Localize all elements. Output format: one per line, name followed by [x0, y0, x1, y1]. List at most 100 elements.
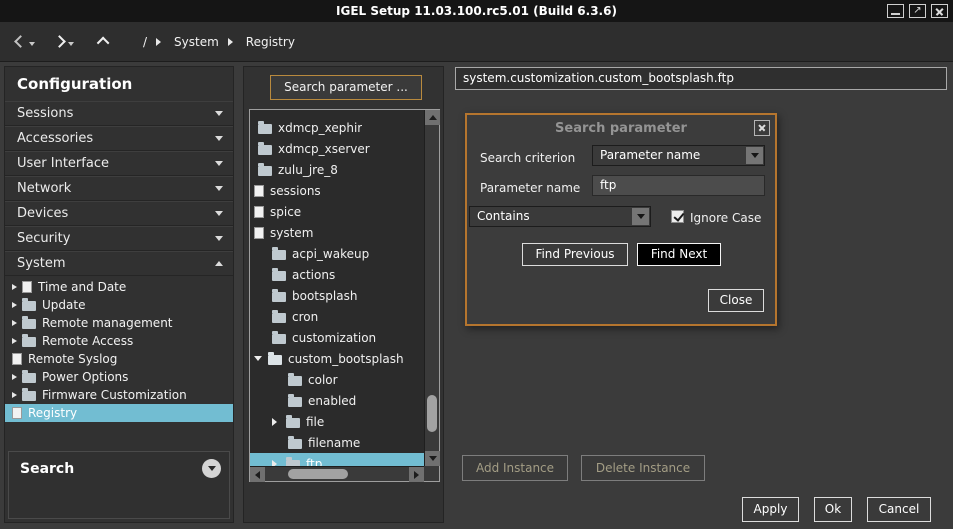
- tree-item-customization[interactable]: customization: [250, 327, 424, 348]
- tree-item-xdmcp-xephir[interactable]: xdmcp_xephir: [250, 117, 424, 138]
- sidebar-item-system[interactable]: System: [5, 251, 233, 276]
- sidebar-item-registry[interactable]: Registry: [5, 404, 233, 422]
- scroll-down-button[interactable]: [425, 451, 440, 466]
- sidebar-item-update[interactable]: Update: [5, 296, 233, 314]
- expand-arrow-icon[interactable]: [272, 418, 286, 426]
- horizontal-scrollbar-thumb[interactable]: [288, 469, 348, 479]
- triangle-down-icon: [429, 456, 437, 461]
- minimize-icon[interactable]: [887, 4, 904, 18]
- item-label: cron: [292, 310, 318, 324]
- add-instance-button[interactable]: Add Instance: [462, 455, 568, 481]
- sidebar-item-time-and-date[interactable]: Time and Date: [5, 278, 233, 296]
- expand-arrow-icon[interactable]: [12, 302, 17, 308]
- tree-item-xdmcp-xserver[interactable]: xdmcp_xserver: [250, 138, 424, 159]
- scroll-up-button[interactable]: [425, 110, 440, 125]
- sidebar-item-user-interface[interactable]: User Interface: [5, 151, 233, 176]
- expand-arrow-icon: [215, 186, 223, 191]
- scrollbar-corner: [424, 466, 439, 481]
- ok-button[interactable]: Ok: [814, 497, 852, 522]
- sidebar-item-firmware-customization[interactable]: Firmware Customization: [5, 386, 233, 404]
- folder-icon: [22, 391, 36, 401]
- sidebar-item-sessions[interactable]: Sessions: [5, 101, 233, 126]
- expand-arrow-icon[interactable]: [12, 338, 17, 344]
- dialog-close-icon[interactable]: [754, 120, 770, 136]
- folder-icon: [258, 145, 272, 155]
- close-icon[interactable]: [931, 4, 948, 18]
- dialog-close-button[interactable]: Close: [708, 289, 764, 312]
- match-mode-dropdown[interactable]: Contains: [469, 206, 651, 227]
- tree-vertical-scrollbar[interactable]: [424, 110, 439, 466]
- ignore-case-checkbox[interactable]: [671, 210, 684, 223]
- search-criterion-dropdown[interactable]: Parameter name: [592, 145, 765, 166]
- cancel-button[interactable]: Cancel: [867, 497, 931, 522]
- search-expand-button[interactable]: [202, 459, 221, 478]
- tree-item-spice[interactable]: spice: [250, 201, 424, 222]
- folder-icon: [272, 271, 286, 281]
- sidebar-item-network[interactable]: Network: [5, 176, 233, 201]
- find-previous-button[interactable]: Find Previous: [522, 243, 628, 266]
- sidebar-item-remote-access[interactable]: Remote Access: [5, 332, 233, 350]
- sidebar-item-remote-syslog[interactable]: Remote Syslog: [5, 350, 233, 368]
- dropdown-arrow-button[interactable]: [632, 208, 649, 225]
- expand-arrow-icon: [215, 111, 223, 116]
- delete-instance-button[interactable]: Delete Instance: [581, 455, 705, 481]
- breadcrumb-item-registry[interactable]: Registry: [246, 35, 295, 49]
- sidebar-item-power-options[interactable]: Power Options: [5, 368, 233, 386]
- parameter-name-input[interactable]: ftp: [592, 175, 765, 196]
- tree-item-color[interactable]: color: [250, 369, 424, 390]
- sidebar-item-security[interactable]: Security: [5, 226, 233, 251]
- tree-item-file[interactable]: file: [250, 411, 424, 432]
- navigation-bar: / System Registry: [0, 22, 953, 62]
- sidebar-item-devices[interactable]: Devices: [5, 201, 233, 226]
- tree-item-system[interactable]: system: [250, 222, 424, 243]
- window-title: IGEL Setup 11.03.100.rc5.01 (Build 6.3.6…: [336, 4, 617, 18]
- tree-item-bootsplash[interactable]: bootsplash: [250, 285, 424, 306]
- search-parameter-dialog: Search parameter Search criterion Parame…: [465, 113, 777, 326]
- tree-item-ftp[interactable]: ftp: [250, 453, 424, 466]
- forward-button[interactable]: [55, 34, 74, 49]
- expand-arrow-icon[interactable]: [12, 320, 17, 326]
- tree-item-actions[interactable]: actions: [250, 264, 424, 285]
- expand-arrow-icon[interactable]: [12, 284, 17, 290]
- apply-button[interactable]: Apply: [742, 497, 799, 522]
- vertical-scrollbar-thumb[interactable]: [427, 395, 437, 432]
- find-next-button[interactable]: Find Next: [637, 243, 721, 266]
- tree-item-acpi-wakeup[interactable]: acpi_wakeup: [250, 243, 424, 264]
- tree-item-filename[interactable]: filename: [250, 432, 424, 453]
- title-bar: IGEL Setup 11.03.100.rc5.01 (Build 6.3.6…: [0, 0, 953, 22]
- expand-arrow-icon[interactable]: [12, 392, 17, 398]
- section-label: Security: [17, 231, 215, 246]
- breadcrumb-item-system[interactable]: System: [174, 35, 219, 49]
- up-button[interactable]: [100, 37, 109, 46]
- tree-item-cron[interactable]: cron: [250, 306, 424, 327]
- expand-arrow-icon: [215, 236, 223, 241]
- folder-icon: [22, 373, 36, 383]
- scroll-right-button[interactable]: [409, 467, 424, 482]
- search-panel: Search: [8, 451, 230, 519]
- collapse-arrow-icon[interactable]: [254, 356, 268, 361]
- expand-arrow-icon[interactable]: [12, 374, 17, 380]
- collapse-arrow-icon: [215, 261, 223, 266]
- tree-item-sessions[interactable]: sessions: [250, 180, 424, 201]
- tree-item-zulu-jre-8[interactable]: zulu_jre_8: [250, 159, 424, 180]
- back-button[interactable]: [16, 34, 35, 49]
- folder-icon: [258, 166, 272, 176]
- page-icon: [22, 281, 32, 293]
- tree-item-custom-bootsplash[interactable]: custom_bootsplash: [250, 348, 424, 369]
- parameter-path-field[interactable]: system.customization.custom_bootsplash.f…: [455, 67, 947, 90]
- item-label: file: [306, 415, 324, 429]
- item-label: custom_bootsplash: [288, 352, 404, 366]
- folder-icon: [288, 439, 302, 449]
- search-parameter-button[interactable]: Search parameter ...: [270, 75, 422, 100]
- restore-icon[interactable]: ↗: [909, 4, 926, 18]
- sidebar-item-accessories[interactable]: Accessories: [5, 126, 233, 151]
- tree-horizontal-scrollbar[interactable]: [250, 466, 424, 481]
- item-label: color: [308, 373, 338, 387]
- breadcrumb-root[interactable]: /: [143, 35, 147, 49]
- scroll-left-button[interactable]: [250, 467, 265, 482]
- item-label: zulu_jre_8: [278, 163, 338, 177]
- dropdown-arrow-button[interactable]: [746, 147, 763, 164]
- dialog-title: Search parameter: [467, 117, 775, 141]
- sidebar-item-remote-management[interactable]: Remote management: [5, 314, 233, 332]
- tree-item-enabled[interactable]: enabled: [250, 390, 424, 411]
